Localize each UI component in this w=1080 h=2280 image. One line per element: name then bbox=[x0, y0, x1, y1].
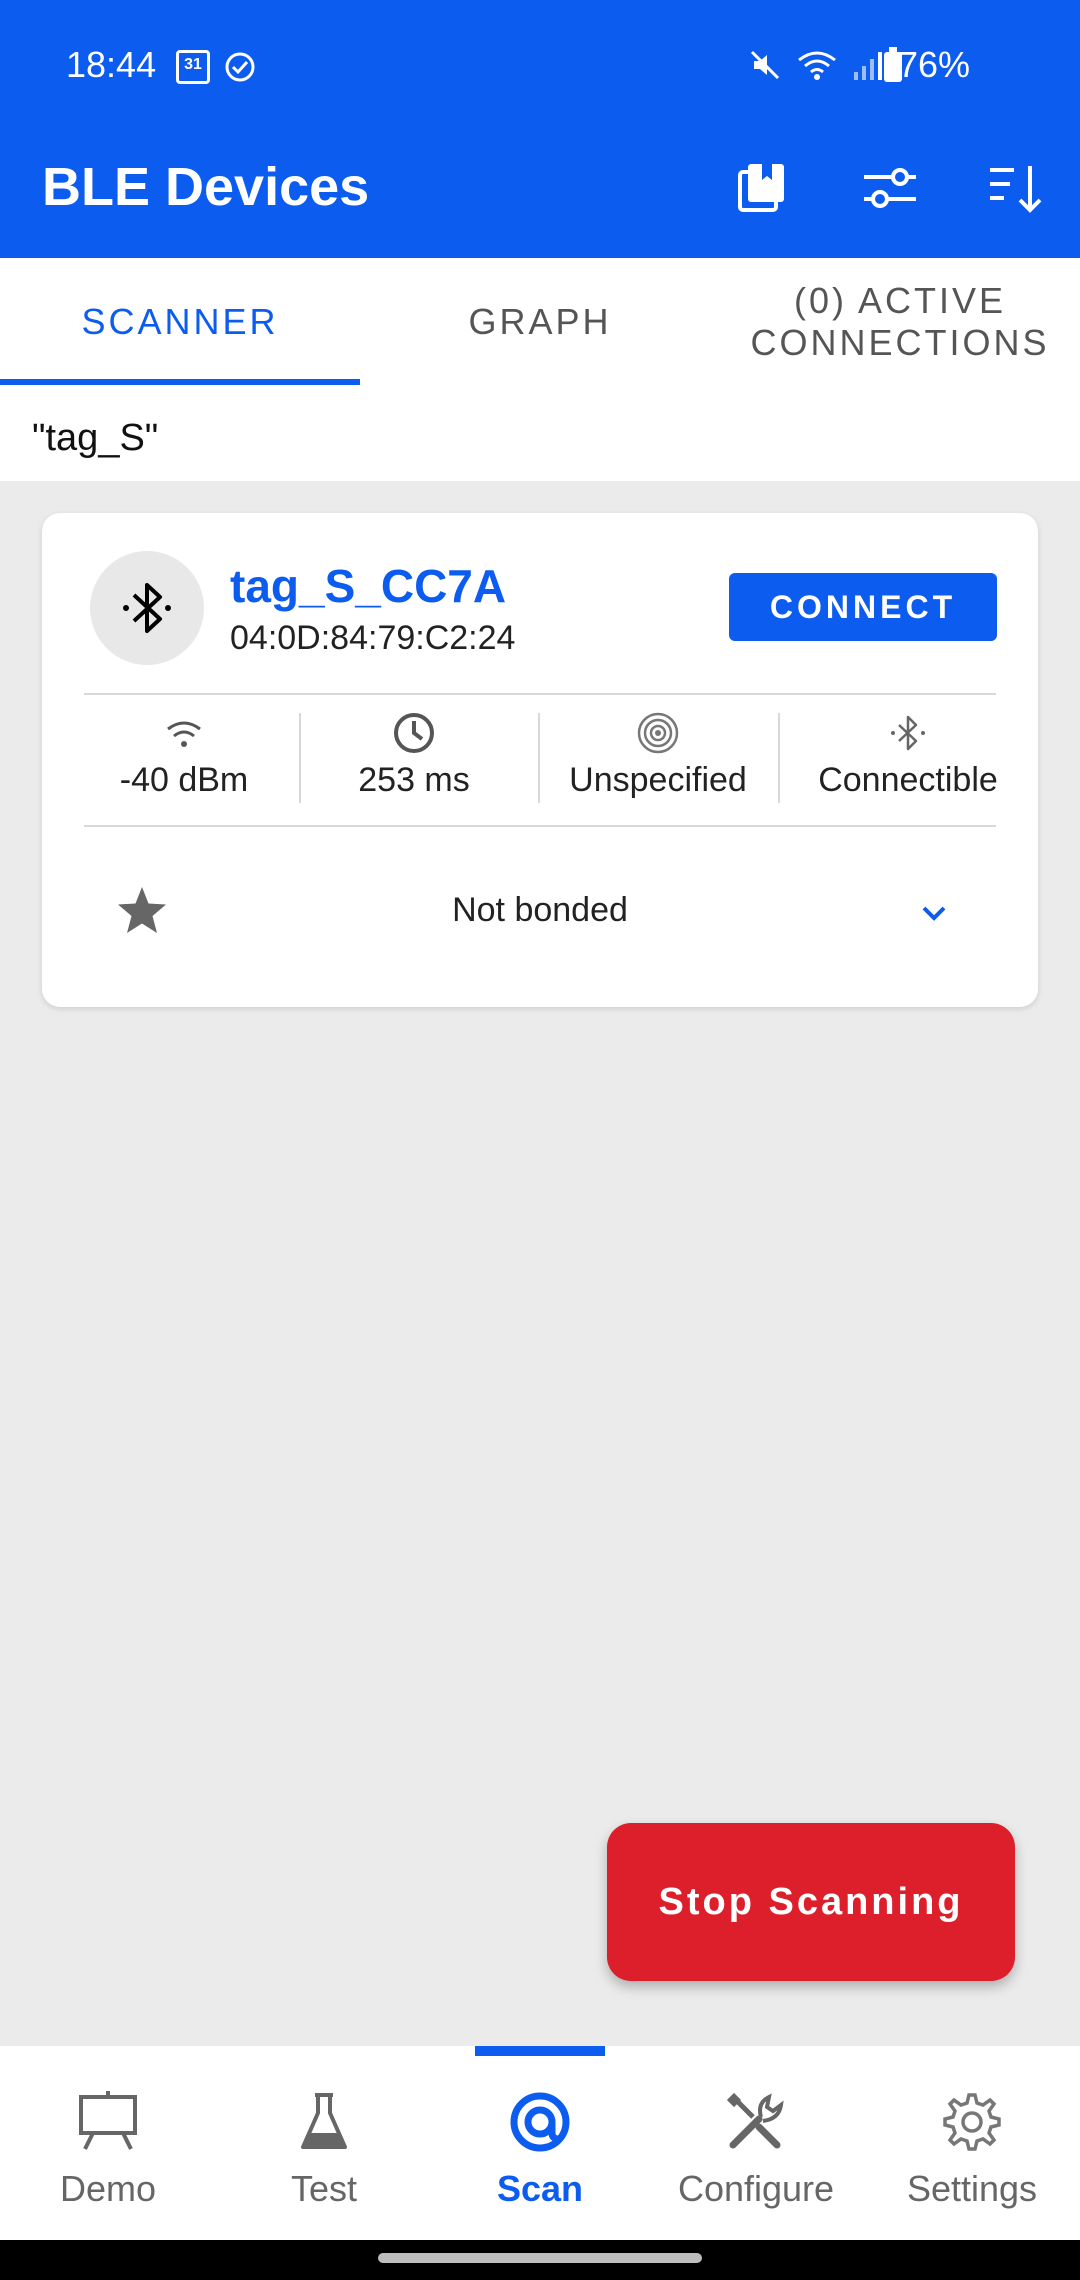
home-gesture-handle[interactable] bbox=[378, 2253, 702, 2263]
sort-button[interactable] bbox=[978, 150, 1054, 226]
flask-icon bbox=[301, 2093, 347, 2149]
mute-icon bbox=[750, 50, 779, 80]
stat-divider bbox=[778, 713, 780, 803]
stop-scanning-button[interactable]: Stop Scanning bbox=[607, 1823, 1015, 1981]
wifi-signal-icon bbox=[167, 721, 201, 747]
nav-scan[interactable]: Scan bbox=[432, 2086, 648, 2210]
nav-scan-label: Scan bbox=[496, 2168, 584, 2209]
sliders-icon bbox=[864, 168, 916, 208]
bottom-navigation: Demo Test Scan Configure Settings bbox=[0, 2046, 1080, 2240]
chevron-down-icon[interactable] bbox=[914, 893, 954, 933]
stat-divider bbox=[538, 713, 540, 803]
device-name: tag_S_CC7A bbox=[230, 560, 507, 612]
nav-settings-label: Settings bbox=[906, 2168, 1038, 2209]
nav-configure-label: Configure bbox=[677, 2168, 835, 2209]
active-filter-bar[interactable]: "tag_S" bbox=[0, 385, 1080, 481]
battery-icon bbox=[884, 47, 902, 82]
battery-percent: 76% bbox=[897, 44, 970, 85]
card-divider bbox=[84, 825, 996, 827]
calendar-icon: 31 bbox=[176, 50, 210, 84]
status-time: 18:44 bbox=[66, 44, 157, 85]
tab-active-connections[interactable]: (0) ACTIVE CONNECTIONS bbox=[720, 258, 1080, 385]
nav-settings[interactable]: Settings bbox=[864, 2086, 1080, 2210]
filter-button[interactable] bbox=[852, 150, 928, 226]
rssi-stat: -40 dBm bbox=[84, 711, 284, 821]
scan-icon bbox=[510, 2092, 570, 2152]
tab-scanner[interactable]: SCANNER bbox=[0, 258, 360, 385]
card-divider bbox=[84, 693, 996, 695]
app-bar: 18:44 31 76% BLE Devices bbox=[0, 0, 1080, 258]
beacon-type-value: Unspecified bbox=[569, 761, 747, 799]
interval-stat: 253 ms bbox=[314, 711, 514, 821]
device-card[interactable]: tag_S_CC7A 04:0D:84:79:C2:24 CONNECT -40… bbox=[42, 513, 1038, 1007]
connectable-value: Connectible bbox=[818, 761, 998, 799]
interval-value: 253 ms bbox=[358, 761, 470, 799]
bluetooth-icon bbox=[123, 583, 171, 633]
beacon-icon bbox=[637, 712, 679, 754]
bluetooth-icon bbox=[891, 715, 925, 751]
tab-graph[interactable]: GRAPH bbox=[360, 258, 720, 385]
presentation-icon bbox=[79, 2091, 137, 2150]
nav-demo[interactable]: Demo bbox=[0, 2086, 216, 2210]
status-system-icons: 76% bbox=[748, 44, 970, 86]
nav-demo-label: Demo bbox=[59, 2168, 157, 2209]
tab-active-connections-line1: (0) ACTIVE bbox=[793, 279, 1007, 321]
calendar-day: 31 bbox=[184, 56, 202, 73]
cell-signal-icon bbox=[853, 52, 882, 80]
tools-icon bbox=[726, 2092, 784, 2149]
nav-configure[interactable]: Configure bbox=[648, 2086, 864, 2210]
beacon-type-stat: Unspecified bbox=[553, 711, 763, 821]
connectable-stat: Connectible bbox=[793, 711, 1023, 821]
bookmark-library-icon bbox=[738, 164, 784, 212]
gear-icon bbox=[943, 2093, 1001, 2151]
sort-descending-icon bbox=[990, 166, 1042, 213]
clock-icon bbox=[394, 713, 434, 753]
nav-active-indicator bbox=[475, 2046, 605, 2056]
wifi-icon bbox=[798, 51, 836, 80]
page-title: BLE Devices bbox=[42, 157, 370, 217]
bond-status: Not bonded bbox=[452, 891, 628, 929]
favorites-button[interactable] bbox=[724, 150, 800, 226]
active-filter-text: "tag_S" bbox=[32, 417, 159, 459]
tab-active-connections-line2: CONNECTIONS bbox=[750, 321, 1050, 363]
stat-divider bbox=[299, 713, 301, 803]
check-circle-icon bbox=[225, 52, 255, 82]
nav-test[interactable]: Test bbox=[216, 2086, 432, 2210]
rssi-value: -40 dBm bbox=[119, 761, 249, 799]
nav-test-label: Test bbox=[290, 2168, 358, 2209]
status-notification-icons: 31 bbox=[176, 50, 256, 84]
connect-button[interactable]: CONNECT bbox=[729, 573, 997, 641]
tab-bar: SCANNER GRAPH (0) ACTIVE CONNECTIONS bbox=[0, 258, 1080, 385]
device-avatar bbox=[90, 551, 204, 665]
device-mac-address: 04:0D:84:79:C2:24 bbox=[230, 619, 516, 657]
